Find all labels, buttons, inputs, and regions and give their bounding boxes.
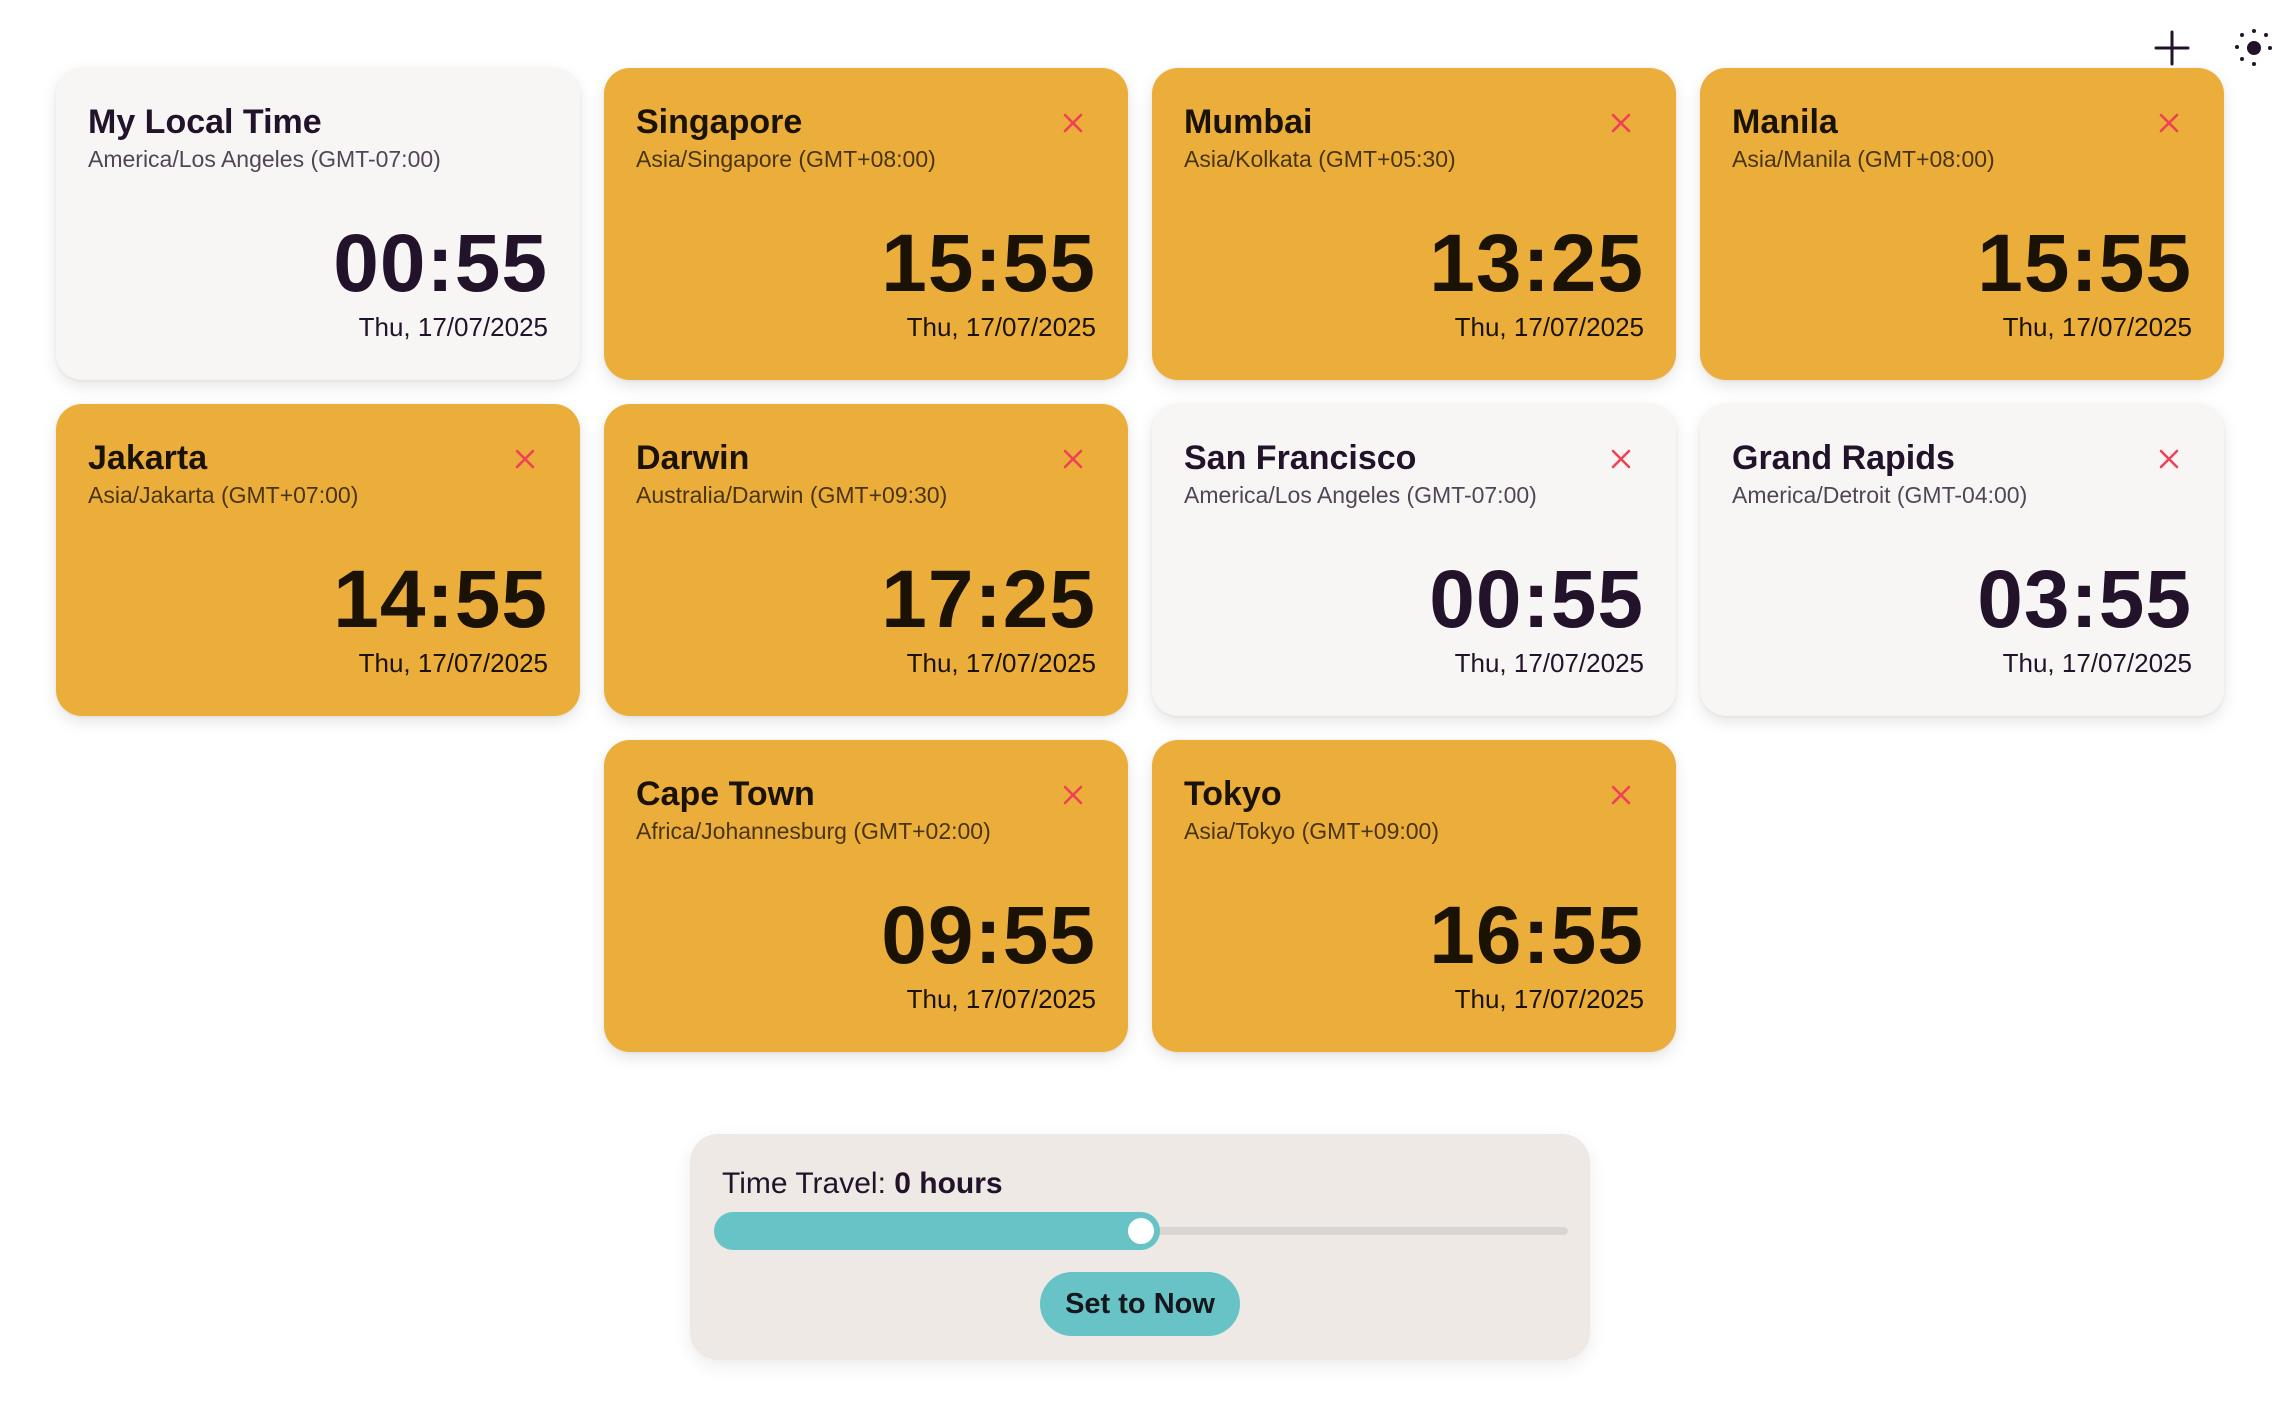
clock-card-grand-rapids: Grand Rapids America/Detroit (GMT-04:00)… bbox=[1700, 404, 2224, 716]
card-title: Darwin bbox=[636, 439, 750, 477]
close-icon bbox=[1062, 784, 1084, 811]
card-time: 00:55 bbox=[1429, 554, 1644, 645]
clock-card-cape-town: Cape Town Africa/Johannesburg (GMT+02:00… bbox=[604, 740, 1128, 1052]
card-title: Grand Rapids bbox=[1732, 439, 1955, 477]
card-time: 17:25 bbox=[881, 554, 1096, 645]
time-travel-label: Time Travel: 0 hours bbox=[722, 1166, 1003, 1202]
remove-clock-button[interactable] bbox=[2154, 110, 2184, 140]
card-timezone: Asia/Jakarta (GMT+07:00) bbox=[88, 482, 359, 508]
card-title: Tokyo bbox=[1184, 775, 1282, 813]
card-time: 03:55 bbox=[1977, 554, 2192, 645]
clock-card-tokyo: Tokyo Asia/Tokyo (GMT+09:00) 16:55 Thu, … bbox=[1152, 740, 1676, 1052]
card-time: 00:55 bbox=[333, 218, 548, 309]
card-timezone: Asia/Tokyo (GMT+09:00) bbox=[1184, 818, 1440, 844]
card-date: Thu, 17/07/2025 bbox=[906, 984, 1096, 1014]
clock-card-darwin: Darwin Australia/Darwin (GMT+09:30) 17:2… bbox=[604, 404, 1128, 716]
remove-clock-button[interactable] bbox=[510, 446, 540, 476]
card-title: Jakarta bbox=[88, 439, 208, 477]
clock-card-san-francisco: San Francisco America/Los Angeles (GMT-0… bbox=[1152, 404, 1676, 716]
clock-card-mumbai: Mumbai Asia/Kolkata (GMT+05:30) 13:25 Th… bbox=[1152, 68, 1676, 380]
card-timezone: Asia/Manila (GMT+08:00) bbox=[1732, 146, 1995, 172]
card-date: Thu, 17/07/2025 bbox=[906, 312, 1096, 342]
card-timezone: Australia/Darwin (GMT+09:30) bbox=[636, 482, 948, 508]
remove-clock-button[interactable] bbox=[1606, 110, 1636, 140]
clock-card-local: My Local Time America/Los Angeles (GMT-0… bbox=[56, 68, 580, 380]
close-icon bbox=[1062, 448, 1084, 475]
card-time: 16:55 bbox=[1429, 890, 1644, 981]
card-date: Thu, 17/07/2025 bbox=[1454, 984, 1644, 1014]
clock-grid: My Local Time America/Los Angeles (GMT-0… bbox=[56, 68, 2226, 1052]
remove-clock-button[interactable] bbox=[1058, 110, 1088, 140]
card-timezone: Asia/Kolkata (GMT+05:30) bbox=[1184, 146, 1456, 172]
card-date: Thu, 17/07/2025 bbox=[2002, 648, 2192, 678]
add-clock-button[interactable] bbox=[2150, 28, 2194, 72]
card-title: Mumbai bbox=[1184, 103, 1313, 141]
card-date: Thu, 17/07/2025 bbox=[358, 648, 548, 678]
time-travel-value: 0 hours bbox=[894, 1167, 1003, 1200]
card-time: 14:55 bbox=[333, 554, 548, 645]
remove-clock-button[interactable] bbox=[1058, 446, 1088, 476]
remove-clock-button[interactable] bbox=[1606, 446, 1636, 476]
clock-card-singapore: Singapore Asia/Singapore (GMT+08:00) 15:… bbox=[604, 68, 1128, 380]
clock-card-manila: Manila Asia/Manila (GMT+08:00) 15:55 Thu… bbox=[1700, 68, 2224, 380]
card-timezone: America/Detroit (GMT-04:00) bbox=[1732, 482, 2028, 508]
card-date: Thu, 17/07/2025 bbox=[358, 312, 548, 342]
remove-clock-button[interactable] bbox=[1058, 782, 1088, 812]
time-travel-caption: Time Travel: bbox=[722, 1167, 886, 1200]
time-travel-panel: Time Travel: 0 hours Set to Now bbox=[690, 1134, 1590, 1360]
time-travel-slider[interactable] bbox=[714, 1208, 1568, 1254]
card-time: 09:55 bbox=[881, 890, 1096, 981]
card-title: My Local Time bbox=[88, 103, 322, 141]
card-title: Manila bbox=[1732, 103, 1838, 141]
card-time: 13:25 bbox=[1429, 218, 1644, 309]
card-title: Singapore bbox=[636, 103, 803, 141]
card-time: 15:55 bbox=[1977, 218, 2192, 309]
set-to-now-button[interactable]: Set to Now bbox=[1040, 1272, 1240, 1336]
card-timezone: America/Los Angeles (GMT-07:00) bbox=[1184, 482, 1537, 508]
slider-fill bbox=[714, 1212, 1160, 1250]
close-icon bbox=[2158, 112, 2180, 139]
remove-clock-button[interactable] bbox=[2154, 446, 2184, 476]
plus-icon bbox=[2152, 28, 2192, 73]
close-icon bbox=[514, 448, 536, 475]
close-icon bbox=[1062, 112, 1084, 139]
close-icon bbox=[2158, 448, 2180, 475]
card-date: Thu, 17/07/2025 bbox=[1454, 312, 1644, 342]
card-date: Thu, 17/07/2025 bbox=[906, 648, 1096, 678]
card-timezone: Africa/Johannesburg (GMT+02:00) bbox=[636, 818, 991, 844]
close-icon bbox=[1610, 784, 1632, 811]
close-icon bbox=[1610, 112, 1632, 139]
dotted-sun-icon bbox=[2228, 26, 2276, 75]
theme-toggle-button[interactable] bbox=[2228, 28, 2276, 72]
card-date: Thu, 17/07/2025 bbox=[1454, 648, 1644, 678]
card-title: Cape Town bbox=[636, 775, 815, 813]
card-title: San Francisco bbox=[1184, 439, 1417, 477]
card-time: 15:55 bbox=[881, 218, 1096, 309]
card-timezone: Asia/Singapore (GMT+08:00) bbox=[636, 146, 936, 172]
close-icon bbox=[1610, 448, 1632, 475]
clock-card-jakarta: Jakarta Asia/Jakarta (GMT+07:00) 14:55 T… bbox=[56, 404, 580, 716]
slider-thumb[interactable] bbox=[1124, 1214, 1158, 1248]
card-timezone: America/Los Angeles (GMT-07:00) bbox=[88, 146, 441, 172]
remove-clock-button[interactable] bbox=[1606, 782, 1636, 812]
card-date: Thu, 17/07/2025 bbox=[2002, 312, 2192, 342]
